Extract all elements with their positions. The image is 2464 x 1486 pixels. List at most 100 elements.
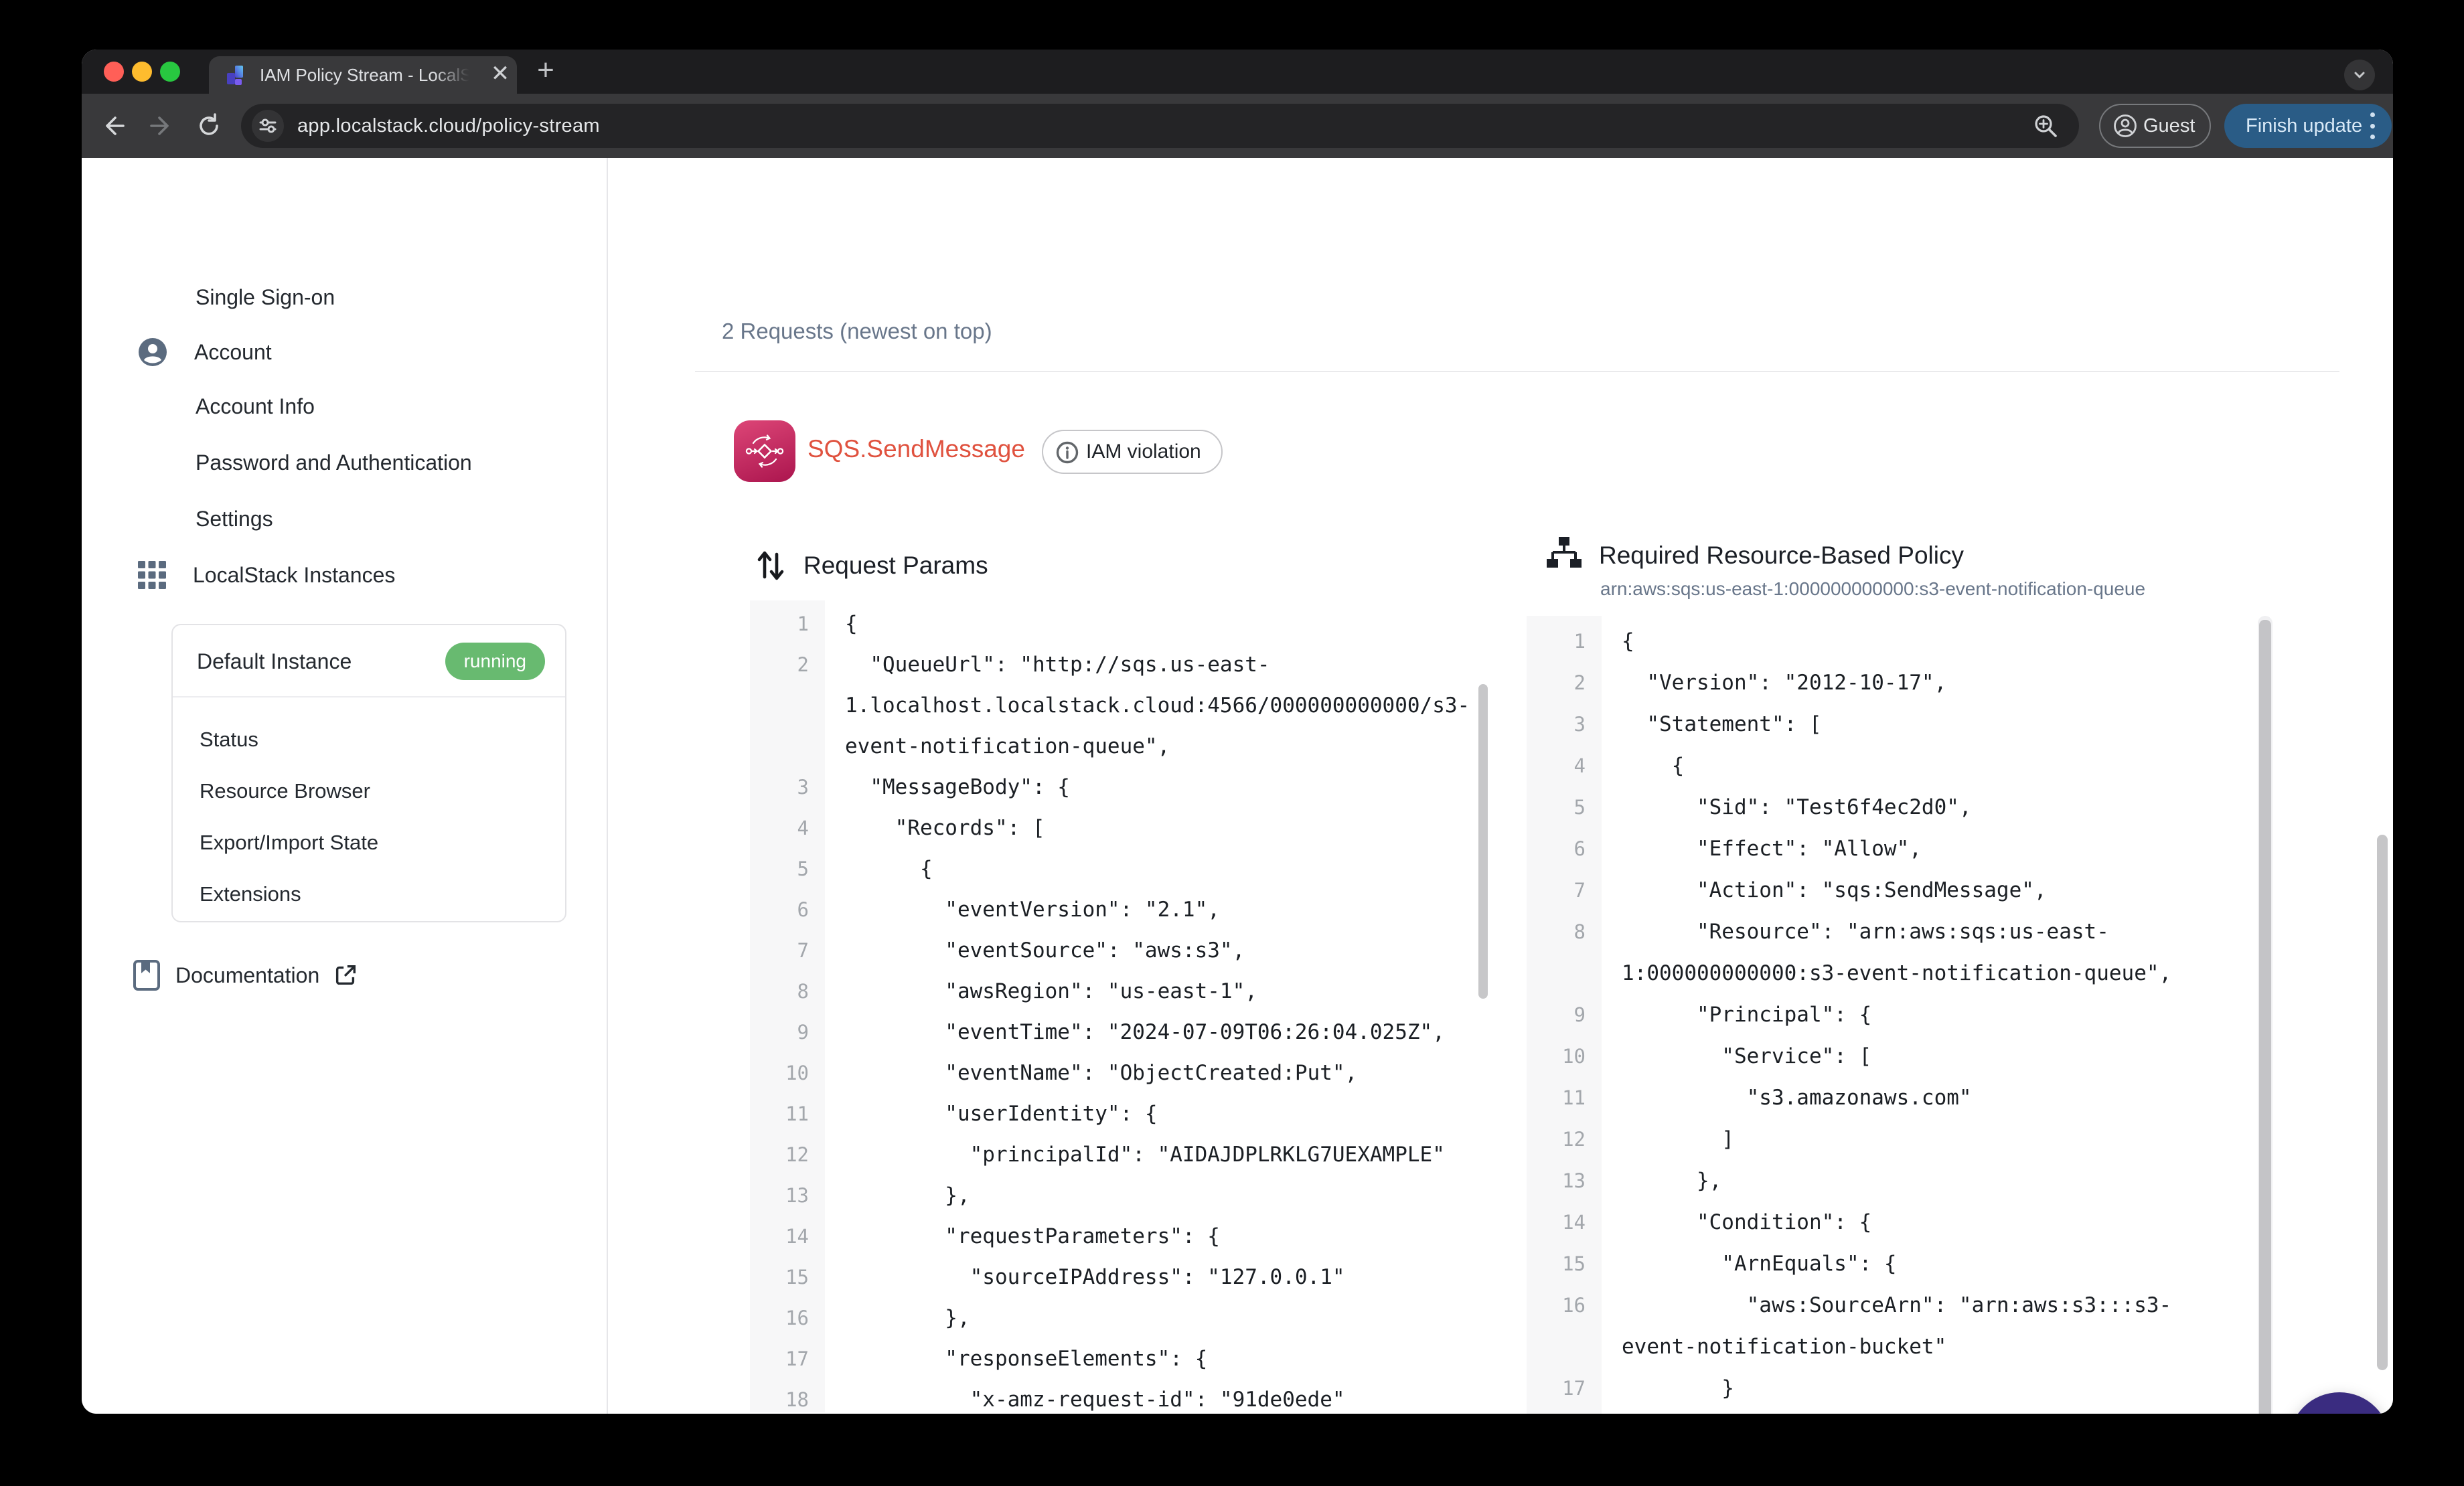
url-bar[interactable]: app.localstack.cloud/policy-stream [241,104,2079,148]
code-line: event-notification-bucket" [1527,1326,2275,1368]
chat-widget-button[interactable] [2289,1392,2390,1414]
code-line: 7 "eventSource": "aws:s3", [750,930,1490,971]
code-line: 1{ [750,604,1490,645]
forward-icon[interactable] [146,111,175,141]
info-icon [1055,440,1079,465]
resource-tree-icon [1545,537,1583,574]
site-settings-icon[interactable] [252,110,284,142]
request-operation-label[interactable]: SQS.SendMessage [807,435,1025,463]
sidebar-item-documentation[interactable]: Documentation [131,959,358,992]
code-line: 2 "Version": "2012-10-17", [1527,662,2275,704]
policy-title: Required Resource-Based Policy [1599,542,1964,570]
request-params-json: 1{2 "QueueUrl": "http://sqs.us-east-1.lo… [750,604,1490,1412]
code-line: 13 }, [1527,1160,2275,1202]
policy-code[interactable]: 1{2 "Version": "2012-10-17",3 "Statement… [1527,616,2275,1414]
tab-title-fade [434,56,481,94]
code-line: 8 "Resource": "arn:aws:sqs:us-east- [1527,911,2275,953]
request-params-vertical-scrollbar[interactable] [1478,684,1488,999]
finish-update-button[interactable]: Finish update [2224,104,2392,148]
code-line: 17 "responseElements": { [750,1339,1490,1380]
account-avatar-icon [137,336,169,368]
code-line: 16 }, [750,1298,1490,1339]
code-line: 5 { [750,849,1490,890]
new-tab-button[interactable]: + [529,55,562,88]
header-divider [695,371,2339,372]
browser-toolbar: app.localstack.cloud/policy-stream Guest… [82,94,2393,158]
instance-card-item[interactable]: Extensions [200,868,378,920]
iam-violation-label: IAM violation [1086,440,1201,463]
instance-card-header[interactable]: Default Instance running [173,625,565,697]
instance-card-item[interactable]: Export/Import State [200,817,378,868]
requests-count-header: 2 Requests (newest on top) [722,319,992,344]
guest-label: Guest [2143,115,2195,137]
localstack-instances-label: LocalStack Instances [193,563,395,588]
code-line: 18 "x-amz-request-id": "91de0ede" [750,1380,1490,1412]
zoom-page-icon[interactable] [2031,111,2060,141]
instance-name: Default Instance [197,625,352,697]
page-content: Single Sign-on Account Account Info Pass… [82,158,2393,1414]
request-params-title: Request Params [803,552,988,580]
instance-card-menu: StatusResource BrowserExport/Import Stat… [200,714,378,920]
code-line: 7 "Action": "sqs:SendMessage", [1527,870,2275,911]
code-line: 9 "Principal": { [1527,994,2275,1036]
code-line: event-notification-queue", [750,726,1490,767]
code-line: 18 } [1527,1409,2275,1414]
finish-update-label: Finish update [2246,115,2362,137]
code-line: 14 "Condition": { [1527,1202,2275,1243]
code-line: 12 "principalId": "AIDAJDPLRKLG7UEXAMPLE… [750,1135,1490,1175]
account-label: Account [194,340,272,365]
browser-window: IAM Policy Stream - LocalSta ✕ + [82,50,2393,1414]
sidebar-item-single-sign-on[interactable]: Single Sign-on [196,285,335,310]
reload-icon[interactable] [194,111,224,141]
code-line: 5 "Sid": "Test6f4ec2d0", [1527,787,2275,828]
code-line: 9 "eventTime": "2024-07-09T06:26:04.025Z… [750,1012,1490,1053]
code-line: 12 ] [1527,1119,2275,1160]
code-line: 11 "userIdentity": { [750,1094,1490,1135]
code-line: 10 "eventName": "ObjectCreated:Put", [750,1053,1490,1094]
code-line: 16 "aws:SourceArn": "arn:aws:s3:::s3- [1527,1285,2275,1326]
grid-icon [137,560,167,590]
sort-arrows-icon [755,546,787,585]
titlebar: IAM Policy Stream - LocalSta ✕ + [82,50,2393,94]
page-scrollbar[interactable] [2377,835,2388,1370]
localstack-favicon [225,63,249,87]
url-text: app.localstack.cloud/policy-stream [297,104,600,148]
sidebar-item-settings[interactable]: Settings [196,507,273,531]
sidebar-divider [607,158,608,1414]
policy-header: Required Resource-Based Policy [1545,537,1964,574]
instance-card-item[interactable]: Resource Browser [200,765,378,817]
sidebar-item-account[interactable]: Account [137,336,272,368]
policy-json: 1{2 "Version": "2012-10-17",3 "Statement… [1527,621,2275,1414]
code-line: 1{ [1527,621,2275,662]
tab-search-chevron-icon[interactable] [2344,60,2375,90]
tab-close-icon[interactable]: ✕ [483,56,517,94]
instance-card-item[interactable]: Status [200,714,378,765]
sidebar-item-account-info[interactable]: Account Info [196,394,315,419]
sidebar-item-localstack-instances[interactable]: LocalStack Instances [137,560,395,590]
iam-violation-chip: IAM violation [1042,430,1223,474]
code-line: 6 "Effect": "Allow", [1527,828,2275,870]
external-link-icon [333,963,358,988]
code-line: 3 "MessageBody": { [750,767,1490,808]
book-icon [131,959,162,992]
code-line: 4 { [1527,745,2275,787]
code-line: 15 "ArnEquals": { [1527,1243,2275,1285]
fullscreen-window-button[interactable] [160,62,180,82]
code-line: 14 "requestParameters": { [750,1216,1490,1257]
kebab-menu-icon[interactable] [2369,112,2376,139]
code-line: 4 "Records": [ [750,808,1490,849]
code-line: 1:000000000000:s3-event-notification-que… [1527,953,2275,994]
sqs-service-icon [734,420,795,482]
back-icon[interactable] [99,111,129,141]
minimize-window-button[interactable] [132,62,152,82]
browser-tab[interactable]: IAM Policy Stream - LocalSta ✕ [209,56,517,94]
policy-scrollbar-thumb[interactable] [2259,620,2271,1414]
sidebar-item-password-authentication[interactable]: Password and Authentication [196,450,472,475]
documentation-label: Documentation [175,963,319,988]
request-params-code[interactable]: 1{2 "QueueUrl": "http://sqs.us-east-1.lo… [750,600,1490,1412]
code-line: 6 "eventVersion": "2.1", [750,890,1490,930]
code-line: 3 "Statement": [ [1527,704,2275,745]
guest-profile-button[interactable]: Guest [2099,104,2211,148]
close-window-button[interactable] [104,62,124,82]
code-line: 2 "QueueUrl": "http://sqs.us-east- [750,645,1490,685]
